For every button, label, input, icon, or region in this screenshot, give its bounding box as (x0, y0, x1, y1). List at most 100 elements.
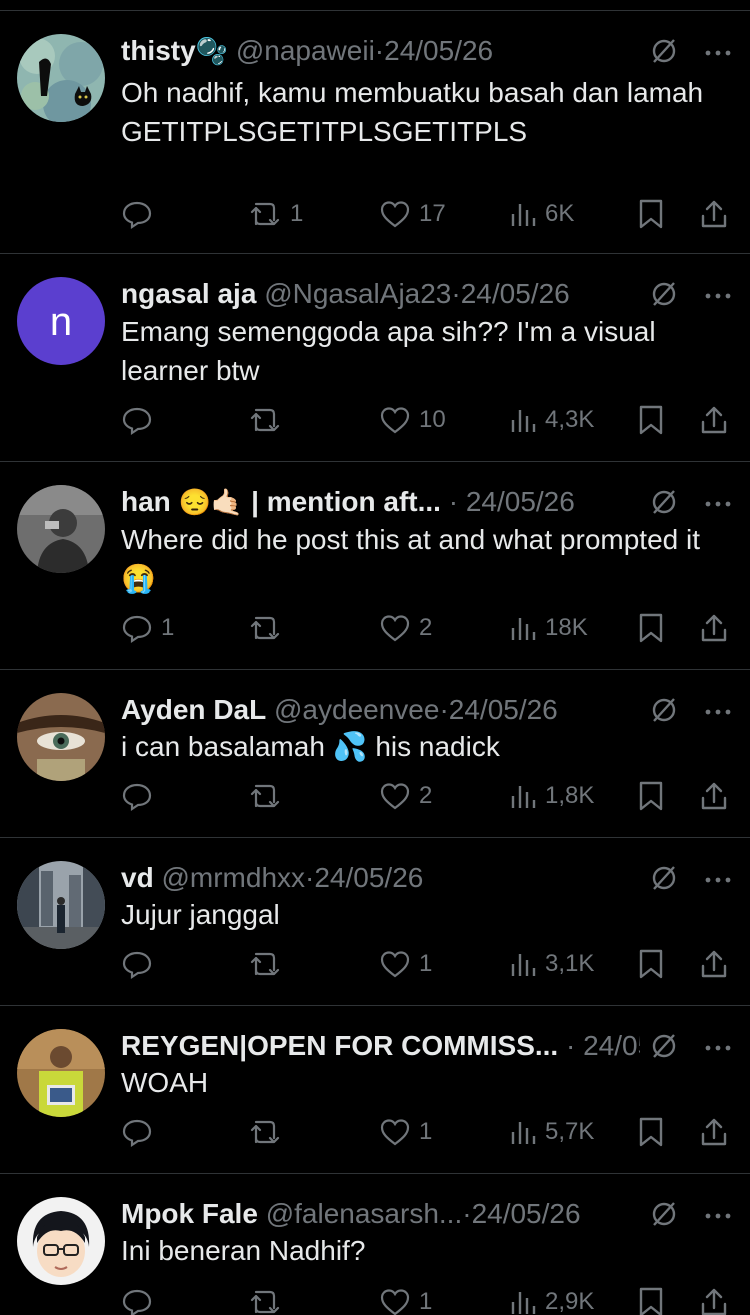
display-name[interactable]: ngasal aja (121, 278, 256, 309)
share-button[interactable] (699, 608, 729, 648)
views-button[interactable]: 18K (509, 608, 588, 648)
avatar[interactable] (17, 34, 105, 122)
reply-button[interactable] (121, 400, 161, 440)
post-meta-icons (650, 1028, 732, 1068)
views-icon (509, 406, 537, 434)
repost-button[interactable] (248, 1282, 290, 1315)
reply-post[interactable]: REYGEN|OPEN FOR COMMISS... · 24/05/26 WO… (0, 1006, 750, 1174)
more-icon[interactable] (704, 871, 732, 889)
more-icon[interactable] (704, 1207, 732, 1225)
share-icon (699, 198, 729, 230)
reply-button[interactable] (121, 1112, 161, 1152)
views-count: 5,7K (545, 1118, 595, 1145)
reply-post[interactable]: thisty🫧 @napaweii·24/05/26 Oh nadhif, ka… (0, 11, 750, 254)
action-bar: 10 4,3K (121, 400, 732, 440)
reply-post[interactable]: Ayden DaL @aydeenvee·24/05/26 i can basa… (0, 670, 750, 838)
post-date[interactable]: 24/05/26 (314, 862, 423, 893)
reply-button[interactable] (121, 1282, 161, 1315)
share-button[interactable] (699, 944, 729, 984)
grok-icon[interactable] (650, 864, 678, 897)
views-button[interactable]: 2,9K (509, 1282, 594, 1315)
post-date[interactable]: 24/05/26 (449, 694, 558, 725)
reply-button[interactable] (121, 776, 161, 816)
bookmark-button[interactable] (637, 194, 665, 234)
bookmark-button[interactable] (637, 776, 665, 816)
display-name[interactable]: REYGEN|OPEN FOR COMMISS... (121, 1030, 558, 1061)
like-button[interactable]: 2 (379, 776, 432, 816)
more-icon[interactable] (704, 495, 732, 513)
views-button[interactable]: 1,8K (509, 776, 594, 816)
repost-button[interactable] (248, 608, 290, 648)
grok-icon[interactable] (650, 696, 678, 729)
like-button[interactable]: 1 (379, 1112, 432, 1152)
display-name[interactable]: han (121, 486, 171, 517)
bookmark-button[interactable] (637, 400, 665, 440)
like-button[interactable]: 17 (379, 194, 446, 234)
reply-post[interactable]: han 😔🤙🏻 | mention aft... · 24/05/26 Wher… (0, 462, 750, 670)
views-button[interactable]: 4,3K (509, 400, 594, 440)
repost-button[interactable]: 1 (248, 194, 303, 234)
more-icon[interactable] (704, 44, 732, 62)
share-button[interactable] (699, 776, 729, 816)
display-name[interactable]: vd (121, 862, 154, 893)
post-date[interactable]: 24/05/26 (583, 1030, 640, 1061)
bookmark-button[interactable] (637, 1112, 665, 1152)
repost-button[interactable] (248, 1112, 290, 1152)
display-name-suffix[interactable]: | mention aft... (251, 486, 441, 517)
like-button[interactable]: 2 (379, 608, 432, 648)
name-emoji: 😔🤙🏻 (178, 487, 244, 517)
handle[interactable]: @aydeenvee (274, 694, 439, 725)
bookmark-button[interactable] (637, 1282, 665, 1315)
repost-button[interactable] (248, 944, 290, 984)
like-button[interactable]: 1 (379, 944, 432, 984)
display-name[interactable]: Mpok Fale (121, 1198, 258, 1229)
grok-icon[interactable] (650, 280, 678, 313)
reply-button[interactable]: 1 (121, 608, 174, 648)
views-button[interactable]: 3,1K (509, 944, 594, 984)
post-header: Mpok Fale @falenasarsh...·24/05/26 (121, 1194, 640, 1234)
more-icon[interactable] (704, 1039, 732, 1057)
like-button[interactable]: 1 (379, 1282, 432, 1315)
display-name[interactable]: thisty (121, 35, 196, 66)
share-button[interactable] (699, 400, 729, 440)
handle[interactable]: @mrmdhxx (161, 862, 305, 893)
post-date[interactable]: 24/05/26 (384, 35, 493, 66)
display-name[interactable]: Ayden DaL (121, 694, 266, 725)
reply-post[interactable]: Mpok Fale @falenasarsh...·24/05/26 Ini b… (0, 1174, 750, 1315)
like-button[interactable]: 10 (379, 400, 446, 440)
post-header: han 😔🤙🏻 | mention aft... · 24/05/26 (121, 482, 640, 522)
avatar[interactable] (17, 693, 105, 781)
reply-post[interactable]: vd @mrmdhxx·24/05/26 Jujur janggal 1 3,1… (0, 838, 750, 1006)
reply-button[interactable] (121, 944, 161, 984)
handle[interactable]: @falenasarsh... (266, 1198, 463, 1229)
post-date[interactable]: 24/05/26 (472, 1198, 581, 1229)
bookmark-button[interactable] (637, 944, 665, 984)
share-button[interactable] (699, 1112, 729, 1152)
more-icon[interactable] (704, 287, 732, 305)
views-button[interactable]: 5,7K (509, 1112, 594, 1152)
avatar[interactable] (17, 485, 105, 573)
post-date[interactable]: 24/05/26 (461, 278, 570, 309)
avatar[interactable] (17, 1197, 105, 1285)
avatar[interactable] (17, 1029, 105, 1117)
views-button[interactable]: 6K (509, 194, 574, 234)
avatar[interactable]: n (17, 277, 105, 365)
reply-post[interactable]: n ngasal aja @NgasalAja23·24/05/26 Emang… (0, 254, 750, 462)
grok-icon[interactable] (650, 37, 678, 70)
bookmark-button[interactable] (637, 608, 665, 648)
grok-icon[interactable] (650, 488, 678, 521)
avatar[interactable] (17, 861, 105, 949)
grok-icon[interactable] (650, 1200, 678, 1233)
handle[interactable]: @napaweii (236, 35, 375, 66)
reply-button[interactable] (121, 194, 161, 234)
views-count: 2,9K (545, 1288, 595, 1315)
post-date[interactable]: 24/05/26 (466, 486, 575, 517)
grok-icon[interactable] (650, 1032, 678, 1065)
share-button[interactable] (699, 194, 729, 234)
repost-button[interactable] (248, 400, 290, 440)
more-icon[interactable] (704, 703, 732, 721)
share-button[interactable] (699, 1282, 729, 1315)
repost-button[interactable] (248, 776, 290, 816)
bookmark-icon (637, 780, 665, 812)
handle[interactable]: @NgasalAja23 (264, 278, 451, 309)
